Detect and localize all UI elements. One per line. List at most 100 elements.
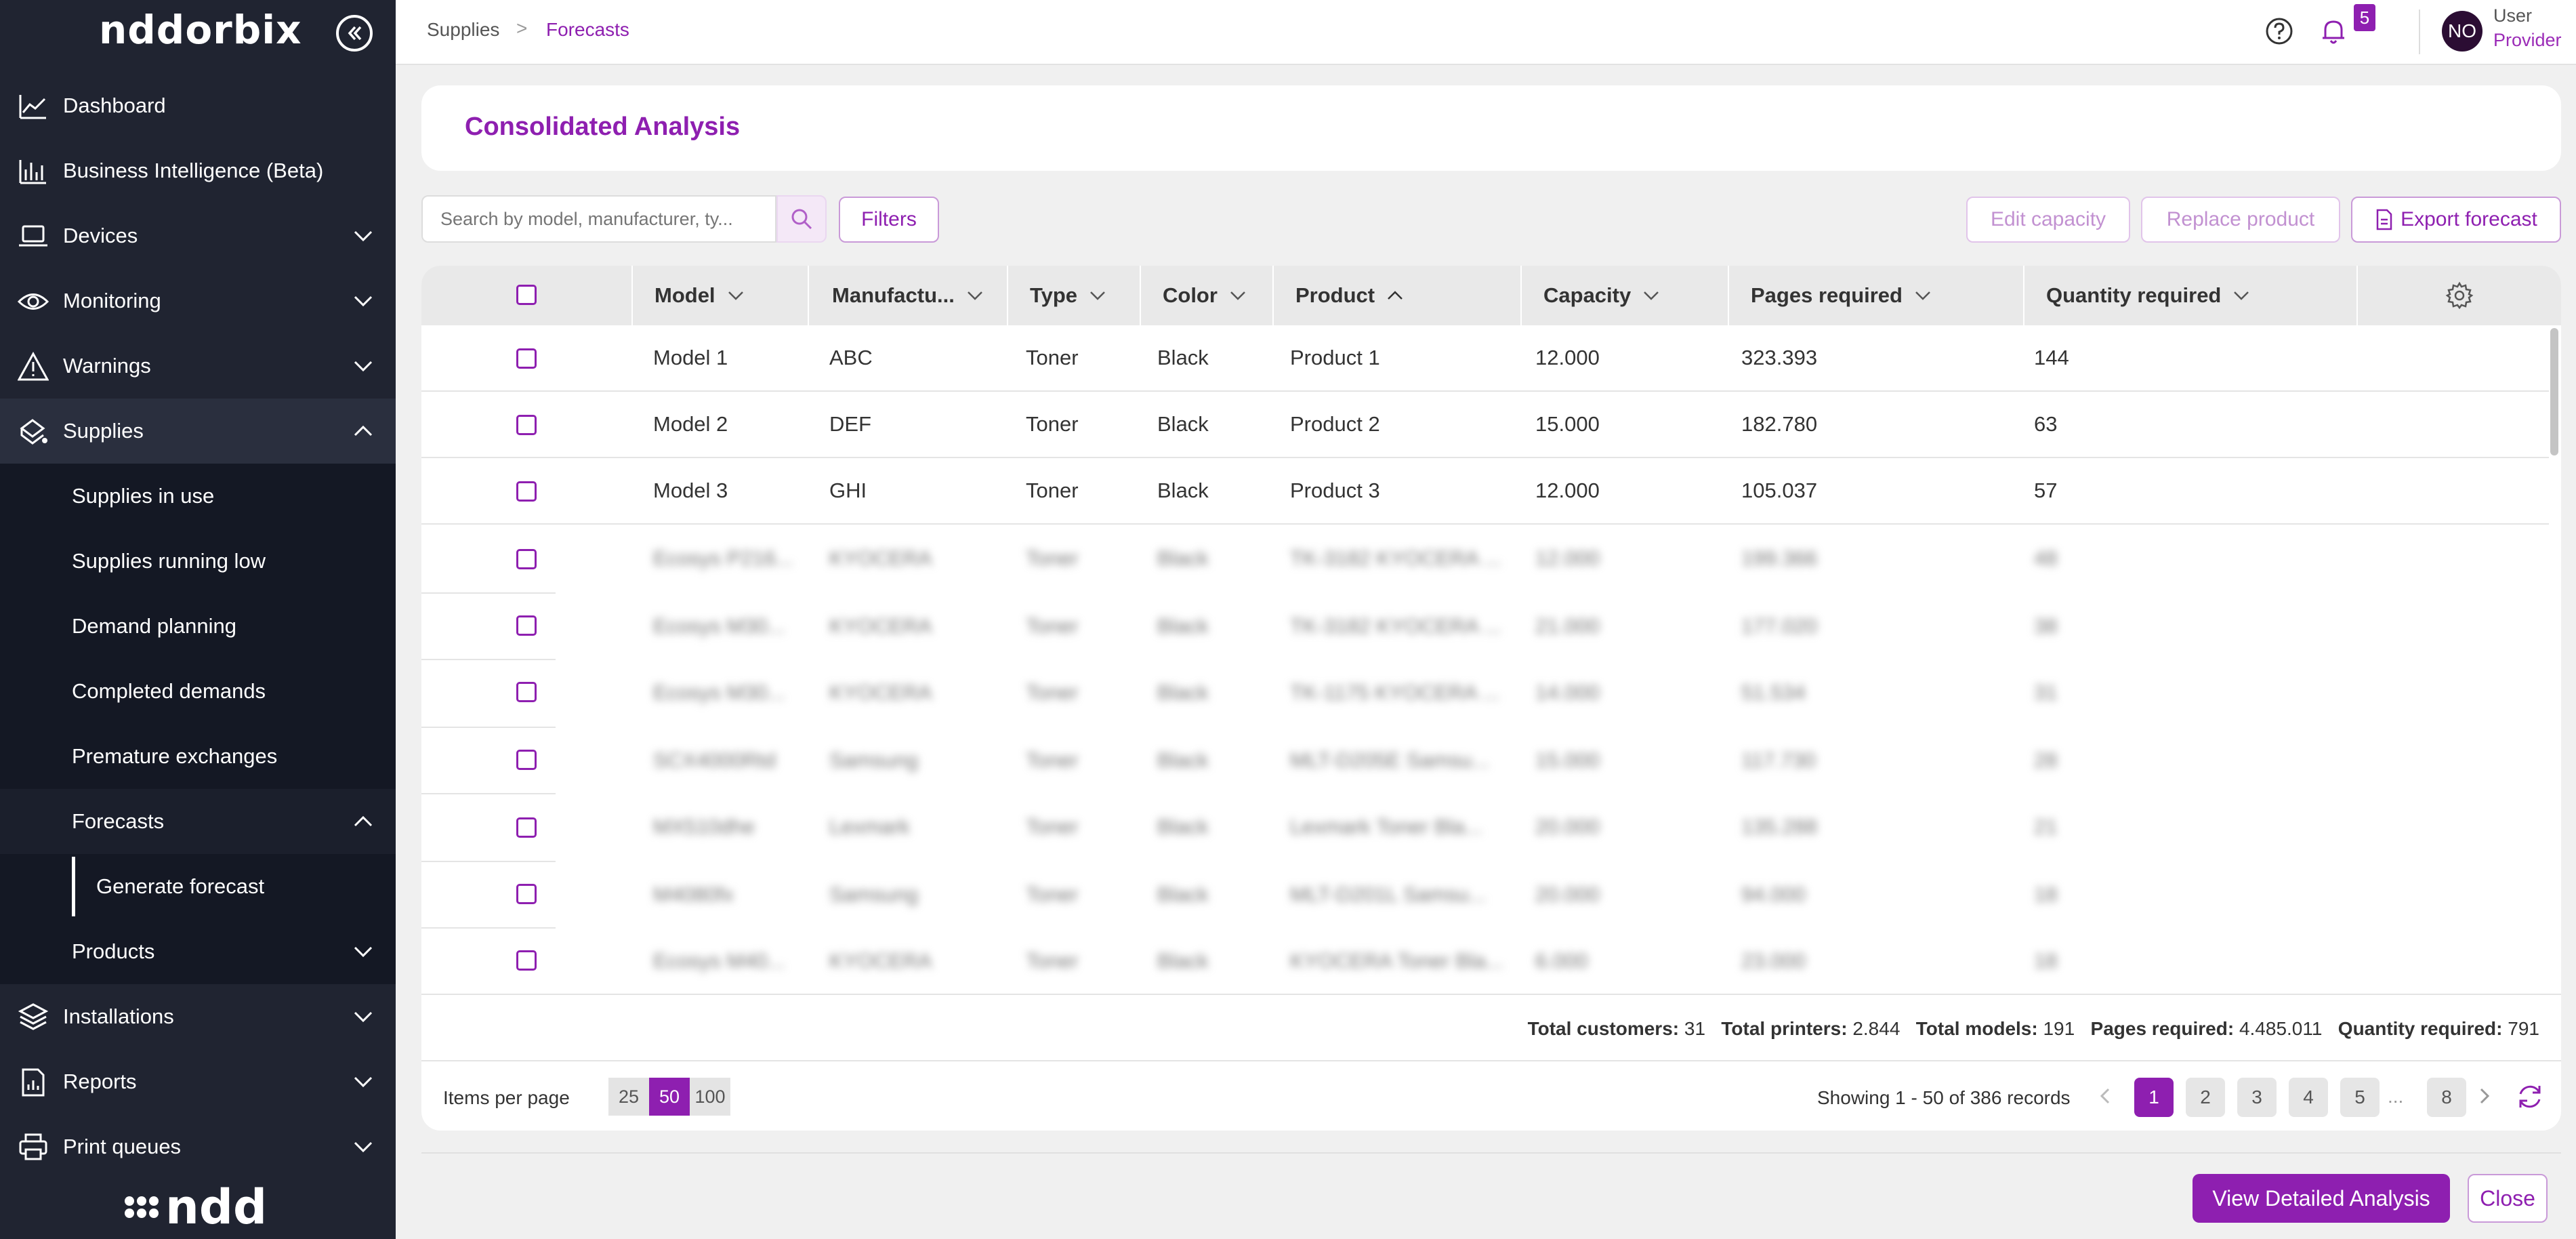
search-input[interactable]	[421, 195, 776, 243]
sidebar-subitem-supplies-running-low[interactable]: Supplies running low	[0, 529, 396, 594]
sidebar-item-reports[interactable]: Reports	[0, 1049, 396, 1114]
page-button-4[interactable]: 4	[2289, 1078, 2328, 1117]
export-forecast-button[interactable]: Export forecast	[2351, 197, 2561, 243]
row-checkbox[interactable]	[516, 817, 537, 838]
cell-capacity: 12.000	[1535, 346, 1600, 369]
breadcrumb-supplies[interactable]: Supplies	[427, 19, 499, 41]
sidebar-subitem-forecasts[interactable]: Forecasts	[0, 789, 396, 854]
page-size-100[interactable]: 100	[690, 1078, 730, 1116]
row-checkbox[interactable]	[516, 415, 537, 435]
chevron-down-icon	[728, 291, 743, 300]
sidebar-item-label: Installations	[63, 1004, 174, 1028]
table-row[interactable]: M4080fx Samsung Toner Black MLT-D201L Sa…	[421, 862, 2549, 929]
cell-pages-required: 135.288	[1741, 815, 1818, 838]
page-size-50[interactable]: 50	[649, 1078, 690, 1116]
double-chevron-left-icon[interactable]	[336, 15, 373, 52]
sidebar-item-devices[interactable]: Devices	[0, 203, 396, 268]
row-checkbox[interactable]	[516, 750, 537, 770]
brand-logo[interactable]: nddorbix	[99, 7, 302, 53]
page-button-2[interactable]: 2	[2186, 1078, 2225, 1117]
sidebar-item-warnings[interactable]: Warnings	[0, 333, 396, 399]
pagination-bar: Items per page 25 50 100 Showing 1 - 50 …	[421, 1063, 2561, 1131]
refresh-icon[interactable]	[2515, 1082, 2545, 1112]
table-row[interactable]: Model 3 GHI Toner Black Product 3 12.000…	[421, 458, 2549, 525]
cell-quantity-required: 38	[2034, 614, 2058, 638]
chevron-left-icon[interactable]	[2095, 1086, 2115, 1106]
cell-product: MLT-D205E Samsu...	[1290, 748, 1490, 772]
search-button[interactable]	[776, 195, 827, 243]
sidebar-item-label: Demand planning	[72, 614, 237, 638]
row-checkbox[interactable]	[516, 615, 537, 636]
page-size-25[interactable]: 25	[608, 1078, 649, 1116]
column-header-capacity[interactable]: Capacity	[1520, 266, 1728, 325]
column-header-quantity-required[interactable]: Quantity required	[2023, 266, 2356, 325]
sidebar-subitem-completed-demands[interactable]: Completed demands	[0, 659, 396, 724]
gear-icon[interactable]	[2445, 281, 2474, 310]
table-row[interactable]: Ecosys P216... KYOCERA Toner Black TK-31…	[421, 526, 2549, 592]
cell-product: KYOCERA Toner Bla...	[1290, 949, 1503, 973]
row-checkbox[interactable]	[516, 481, 537, 502]
select-all-checkbox[interactable]	[516, 285, 537, 305]
warning-icon	[18, 351, 49, 381]
column-label: Type	[1030, 283, 1078, 307]
help-icon[interactable]	[2263, 15, 2295, 47]
bell-icon[interactable]	[2317, 15, 2350, 47]
page-button-1[interactable]: 1	[2134, 1078, 2174, 1117]
cell-type: Toner	[1026, 815, 1079, 838]
sidebar-subitem-premature-exchanges[interactable]: Premature exchanges	[0, 724, 396, 789]
sidebar-item-installations[interactable]: Installations	[0, 984, 396, 1049]
column-header-manufacturer[interactable]: Manufactu...	[808, 266, 1007, 325]
breadcrumb-forecasts[interactable]: Forecasts	[546, 19, 629, 41]
table-row[interactable]: Model 2 DEF Toner Black Product 2 15.000…	[421, 392, 2549, 458]
row-checkbox[interactable]	[516, 682, 537, 702]
table-row[interactable]: SCX4000Rtd Samsung Toner Black MLT-D205E…	[421, 728, 2549, 794]
sidebar-item-supplies[interactable]: Supplies	[0, 399, 396, 464]
chevron-down-icon	[354, 1141, 373, 1153]
edit-capacity-button[interactable]: Edit capacity	[1966, 197, 2130, 243]
table-row[interactable]: Model 1 ABC Toner Black Product 1 12.000…	[421, 325, 2549, 392]
column-label: Pages required	[1751, 283, 1903, 307]
replace-product-button[interactable]: Replace product	[2141, 197, 2340, 243]
table-scrollbar[interactable]	[2550, 328, 2558, 455]
avatar[interactable]: NO	[2442, 11, 2482, 52]
sidebar-item-print-queues[interactable]: Print queues	[0, 1114, 396, 1179]
row-checkbox[interactable]	[516, 884, 537, 904]
total-quantity-label: Quantity required:	[2338, 1018, 2503, 1039]
sidebar-item-dashboard[interactable]: Dashboard	[0, 73, 396, 138]
active-indicator	[72, 857, 75, 916]
cell-product: TK-3182 KYOCERA ...	[1290, 614, 1501, 638]
column-header-type[interactable]: Type	[1007, 266, 1140, 325]
column-header-model[interactable]: Model	[631, 266, 808, 325]
cell-quantity-required: 28	[2034, 748, 2058, 772]
sidebar-item-monitoring[interactable]: Monitoring	[0, 268, 396, 333]
filters-button[interactable]: Filters	[839, 197, 939, 243]
sidebar-item-business-intelligence[interactable]: Business Intelligence (Beta)	[0, 138, 396, 203]
column-header-pages-required[interactable]: Pages required	[1728, 266, 2023, 325]
row-checkbox[interactable]	[516, 348, 537, 369]
top-bar: Supplies > Forecasts 5 NO User Provider	[396, 0, 2576, 65]
column-header-color[interactable]: Color	[1140, 266, 1272, 325]
row-checkbox[interactable]	[516, 549, 537, 569]
table-row[interactable]: MX510dhe Lexmark Toner Black Lexmark Ton…	[421, 794, 2549, 861]
table-row[interactable]: Ecosys M40... KYOCERA Toner Black KYOCER…	[421, 929, 2549, 995]
row-checkbox[interactable]	[516, 950, 537, 971]
cell-product: Product 3	[1290, 479, 1380, 502]
page-ellipsis: ...	[2388, 1086, 2404, 1107]
sidebar-subitem-demand-planning[interactable]: Demand planning	[0, 594, 396, 659]
page-button-last[interactable]: 8	[2427, 1078, 2466, 1117]
table-row[interactable]: Ecosys M30... KYOCERA Toner Black TK-117…	[421, 660, 2549, 727]
sidebar-subitem-generate-forecast[interactable]: Generate forecast	[0, 854, 396, 919]
table-row[interactable]: Ecosys M30... KYOCERA Toner Black TK-318…	[421, 594, 2549, 660]
cell-model: Model 2	[653, 412, 728, 436]
sidebar-subitem-products[interactable]: Products	[0, 919, 396, 984]
sidebar-item-label: Completed demands	[72, 679, 266, 703]
page-button-3[interactable]: 3	[2237, 1078, 2277, 1117]
totals-line: Total customers: 31 Total printers: 2.84…	[1528, 1018, 2539, 1040]
sidebar-subitem-supplies-in-use[interactable]: Supplies in use	[0, 464, 396, 529]
view-detailed-analysis-button[interactable]: View Detailed Analysis	[2193, 1174, 2450, 1223]
close-button[interactable]: Close	[2468, 1174, 2548, 1223]
page-button-5[interactable]: 5	[2340, 1078, 2380, 1117]
chevron-right-icon[interactable]	[2474, 1086, 2495, 1106]
cell-product: Lexmark Toner Bla...	[1290, 815, 1482, 838]
column-header-product[interactable]: Product	[1272, 266, 1520, 325]
